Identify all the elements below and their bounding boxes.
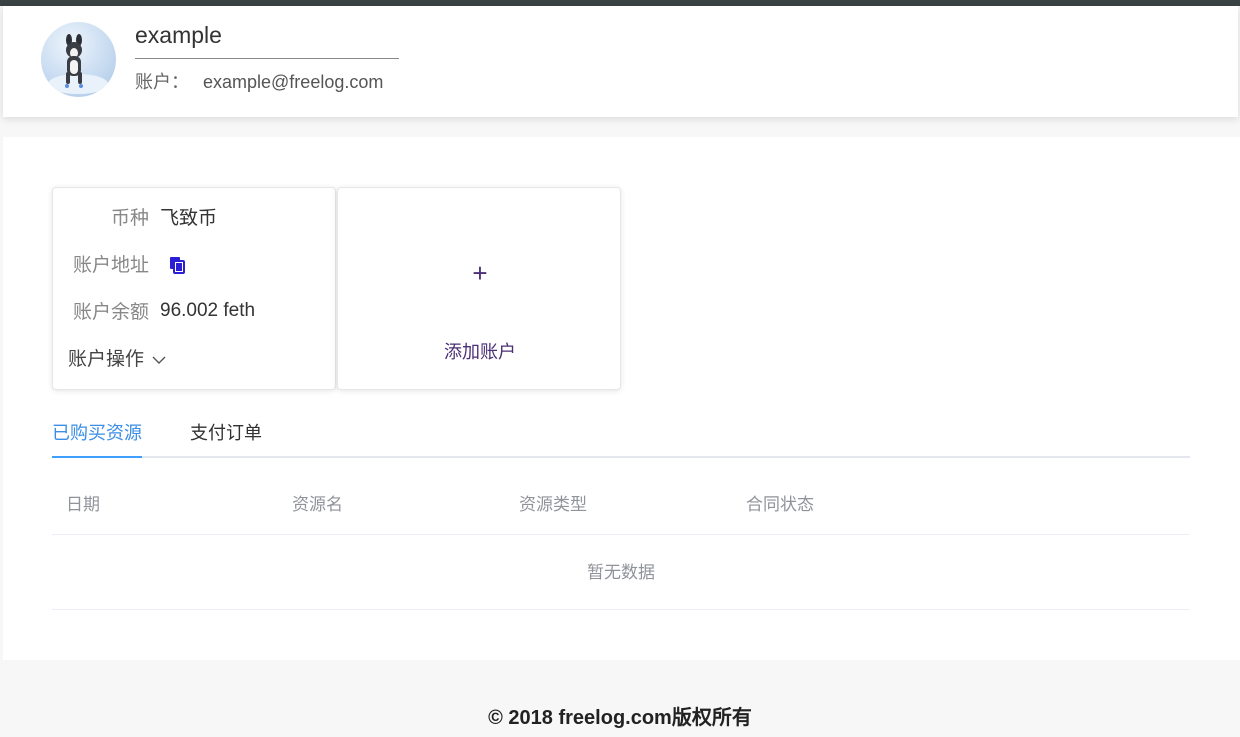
copy-icon[interactable] bbox=[167, 255, 187, 275]
balance-value: 96.002 feth bbox=[160, 300, 256, 321]
tab-purchased-resources[interactable]: 已购买资源 bbox=[52, 417, 142, 458]
footer-copyright: © 2018 freelog.com版权所有 bbox=[488, 707, 752, 729]
wallet-card: 币种 飞致币 账户地址 账户余额 96.002 feth 账户操作 bbox=[52, 187, 336, 390]
column-resource-type: 资源类型 bbox=[519, 495, 587, 514]
resources-table: 日期 资源名 资源类型 合同状态 暂无数据 bbox=[52, 477, 1190, 610]
currency-row: 币种 飞致币 bbox=[53, 206, 337, 232]
account-actions-label: 账户操作 bbox=[68, 349, 145, 371]
table-empty-row: 暂无数据 bbox=[52, 535, 1190, 610]
balance-row: 账户余额 96.002 feth bbox=[53, 300, 337, 326]
account-actions-dropdown[interactable]: 账户操作 bbox=[68, 347, 166, 373]
account-row: 账户： example@freelog.com bbox=[135, 70, 383, 94]
username: example bbox=[135, 20, 399, 59]
column-resource-name: 资源名 bbox=[292, 495, 343, 514]
column-date: 日期 bbox=[66, 495, 100, 514]
plus-icon: + bbox=[472, 258, 488, 288]
table-header: 日期 资源名 资源类型 合同状态 bbox=[52, 477, 1190, 535]
main-content: 币种 飞致币 账户地址 账户余额 96.002 feth 账户操作 + 添加账户… bbox=[3, 137, 1240, 660]
currency-value: 飞致币 bbox=[160, 208, 218, 229]
account-email: example@freelog.com bbox=[203, 72, 384, 92]
profile-card: example 账户： example@freelog.com bbox=[3, 6, 1238, 117]
chevron-down-icon bbox=[152, 347, 166, 373]
husky-avatar-image bbox=[48, 34, 108, 94]
tabs: 已购买资源 支付订单 bbox=[52, 417, 1190, 458]
avatar bbox=[41, 22, 116, 97]
balance-label: 账户余额 bbox=[72, 302, 149, 323]
currency-label: 币种 bbox=[110, 208, 149, 229]
address-label: 账户地址 bbox=[72, 255, 149, 276]
tab-payment-orders[interactable]: 支付订单 bbox=[190, 417, 262, 458]
add-account-label: 添加账户 bbox=[444, 342, 516, 362]
account-label: 账户： bbox=[135, 72, 189, 92]
column-contract-status: 合同状态 bbox=[746, 495, 814, 514]
add-account-card[interactable]: + 添加账户 bbox=[337, 187, 621, 390]
address-row: 账户地址 bbox=[53, 253, 337, 279]
